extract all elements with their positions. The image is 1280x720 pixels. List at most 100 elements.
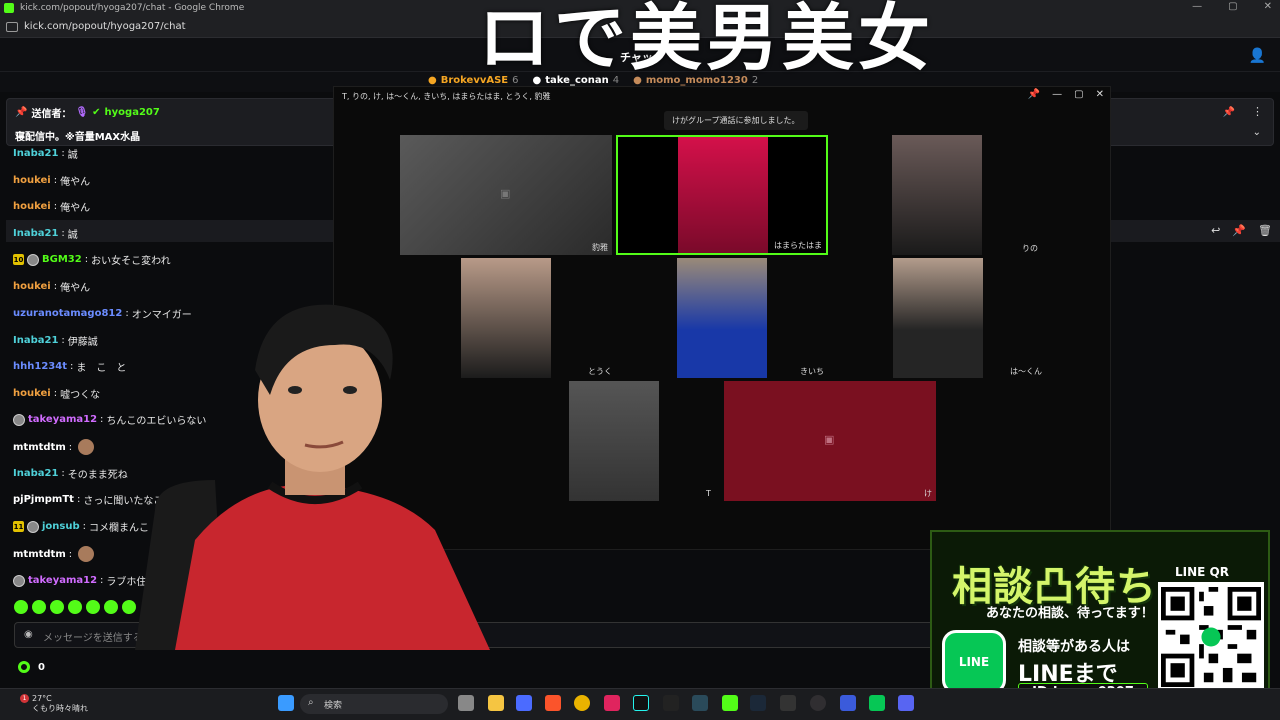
participant-tile[interactable] [892,135,982,255]
pinned-sender[interactable]: hyoga207 [105,107,160,118]
chat-message[interactable]: houkei: 嘘つくな [13,386,100,401]
pin-icon[interactable]: 📌 [1232,224,1246,237]
emote[interactable] [32,600,46,614]
pin-window-icon[interactable]: 📌 [1028,89,1040,100]
gift-icon: ● [428,75,437,86]
app-icon[interactable] [840,695,856,711]
chat-username[interactable]: mtmtdtm [13,549,66,560]
chat-message[interactable]: 10 BGM32: おい女そこ変われ [13,252,171,267]
steam-icon[interactable] [750,695,766,711]
more-icon[interactable]: ⋮ [1252,105,1263,118]
chat-message[interactable]: houkei: 俺やん [13,279,90,294]
chat-message[interactable]: Inaba21: 誠 [13,146,78,161]
chat-username[interactable]: hhh1234t [13,361,67,372]
emote[interactable] [86,600,100,614]
chat-text: 誠 [67,230,78,241]
call-close-button[interactable]: ✕ [1096,89,1104,100]
chat-text: 俺やん [60,283,91,294]
emote[interactable] [50,600,64,614]
kick-app-icon[interactable] [722,695,738,711]
chat-message[interactable]: Inaba21: 誠 [13,226,78,241]
chat-input-placeholder: メッセージを送信する [43,633,143,644]
delete-icon[interactable]: 🗑 [1258,224,1272,237]
chrome-icon[interactable] [574,695,590,711]
chat-message[interactable]: Inaba21: そのまま死ね [13,466,128,481]
emote[interactable] [68,600,82,614]
streamer-webcam [135,304,490,650]
participant-tile[interactable] [893,258,983,378]
emote[interactable] [14,600,28,614]
site-info-icon[interactable] [6,21,18,32]
taskbar-search-label: 検索 [324,701,343,711]
url-text[interactable]: kick.com/popout/hyoga207/chat [24,21,186,32]
chat-username[interactable]: houkei [13,175,51,186]
app-icon[interactable] [663,695,679,711]
emote[interactable] [104,600,118,614]
chat-username[interactable]: mtmtdtm [13,442,66,453]
participant-tile[interactable]: ▣ け [724,381,936,501]
chat-text: そのまま死ね [67,470,128,481]
participant-name: 豹雅 [592,243,608,252]
windows-start-icon[interactable] [278,695,294,711]
chat-message[interactable]: 11 jonsub: コメ欄まんこ [13,519,149,534]
app-icon[interactable] [516,695,532,711]
call-maximize-button[interactable]: ▢ [1074,89,1083,100]
chat-username[interactable]: Inaba21 [13,228,58,239]
sender-label: 送信者： [31,109,72,120]
participant-tile-active[interactable]: はまらたはま [616,135,828,255]
chat-message[interactable]: mtmtdtm: [13,546,95,562]
app-icon[interactable] [780,695,796,711]
file-explorer-icon[interactable] [488,695,504,711]
chat-message[interactable]: houkei: 俺やん [13,173,90,188]
reply-icon[interactable]: ↩ [1211,224,1220,237]
chat-username[interactable]: houkei [13,201,51,212]
tiktok-icon[interactable] [633,695,649,711]
chat-username[interactable]: takeyama12 [28,575,97,586]
weather-widget[interactable]: 1 27°C くもり時々晴れ [10,694,88,714]
maximize-button[interactable]: ▢ [1228,1,1237,12]
chat-username[interactable]: uzuranotamago812 [13,308,122,319]
minimize-button[interactable]: — [1192,1,1202,12]
chat-username[interactable]: jonsub [42,521,80,532]
brave-icon[interactable] [545,695,561,711]
discord-icon[interactable] [898,695,914,711]
emote[interactable] [122,600,136,614]
participant-name: は～くん [1010,367,1042,376]
line-logo-icon: LINE [942,630,1006,694]
chevron-down-icon[interactable]: ⌄ [1253,127,1261,138]
taskbar-search[interactable]: ⌕ 検索 [300,694,448,714]
chat-username[interactable]: BGM32 [42,254,82,265]
emoji-icon[interactable]: ◉ [24,629,33,640]
obs-icon[interactable] [810,695,826,711]
badge-icon [13,413,25,426]
chat-message[interactable]: Inaba21: 伊藤誠 [13,333,98,348]
chat-username[interactable]: Inaba21 [13,148,58,159]
chat-username[interactable]: houkei [13,388,51,399]
points-value: 0 [38,661,45,673]
channel-points[interactable]: 0 [18,661,45,673]
chat-username[interactable]: Inaba21 [13,335,58,346]
call-minimize-button[interactable]: — [1052,89,1062,100]
participant-tile[interactable]: ▣ 豹雅 [400,135,612,255]
chat-message[interactable]: hhh1234t: ま こ と [13,359,126,374]
chat-username[interactable]: Inaba21 [13,468,58,479]
app-icon[interactable] [604,695,620,711]
chat-message[interactable]: mtmtdtm: [13,439,95,455]
message-actions: ↩ 📌 🗑 [1211,224,1272,237]
line-app-icon[interactable] [869,695,885,711]
chat-username[interactable]: houkei [13,281,51,292]
chat-message[interactable]: houkei: 俺やん [13,199,90,214]
chat-username[interactable]: takeyama12 [28,414,97,425]
task-view-icon[interactable] [458,695,474,711]
qr-code-icon [1158,582,1264,692]
users-icon[interactable]: 👤 [1249,48,1266,64]
app-icon[interactable] [692,695,708,711]
window-title: kick.com/popout/hyoga207/chat - Google C… [20,3,245,13]
emote-image [78,439,95,455]
close-button[interactable]: ✕ [1264,1,1272,12]
call-title: T, りの, け, は～くん, きいち, はまらたはま, とうく, 豹雅 [342,92,551,101]
participant-tile[interactable] [677,258,767,378]
participant-tile[interactable] [569,381,659,501]
chat-username[interactable]: pjPjmpmTt [13,494,74,505]
unpin-icon[interactable]: 📌 [1223,107,1235,118]
